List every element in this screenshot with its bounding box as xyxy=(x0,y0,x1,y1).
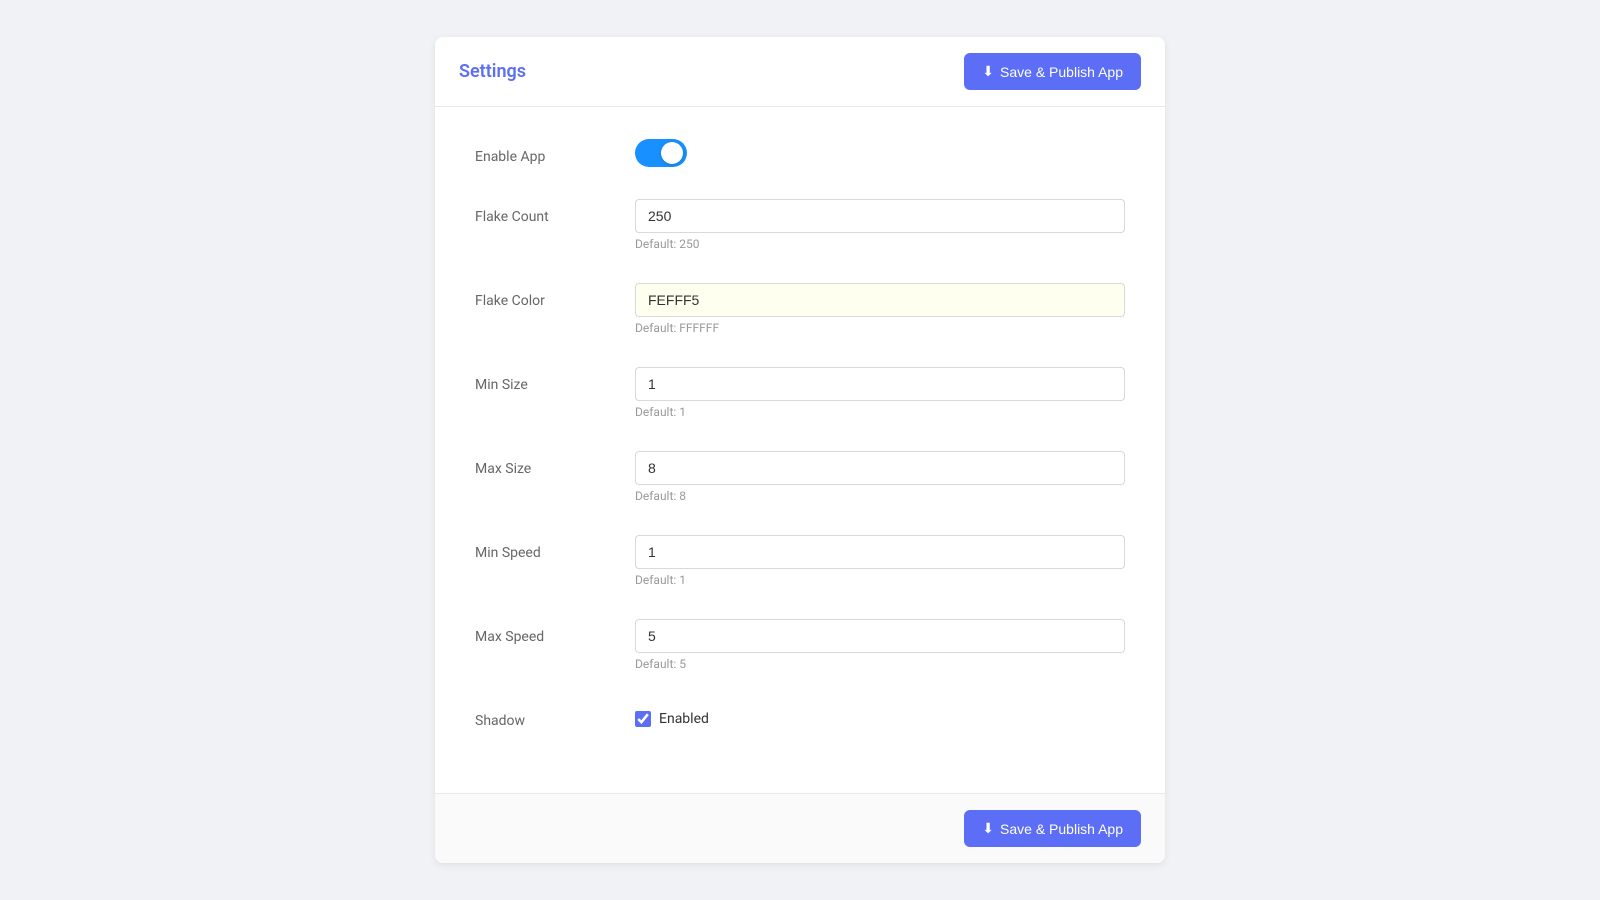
shadow-checkbox-label[interactable]: Enabled xyxy=(635,703,1125,727)
min-speed-label: Min Speed xyxy=(475,535,635,561)
flake-count-input[interactable] xyxy=(635,199,1125,233)
page-title: Settings xyxy=(459,61,526,82)
max-speed-hint: Default: 5 xyxy=(635,657,1125,671)
shadow-checkbox[interactable] xyxy=(635,711,651,727)
form-content: Enable App Flake Count Default: 250 Flak… xyxy=(435,107,1165,793)
enable-app-toggle[interactable] xyxy=(635,139,687,167)
min-speed-input[interactable] xyxy=(635,535,1125,569)
flake-color-control: Default: FFFFFF xyxy=(635,283,1125,335)
max-size-input[interactable] xyxy=(635,451,1125,485)
flake-color-hint: Default: FFFFFF xyxy=(635,321,1125,335)
flake-color-input[interactable] xyxy=(635,283,1125,317)
max-size-control: Default: 8 xyxy=(635,451,1125,503)
save-publish-button-top[interactable]: ⬇ Save & Publish App xyxy=(964,53,1141,90)
flake-count-control: Default: 250 xyxy=(635,199,1125,251)
max-speed-row: Max Speed Default: 5 xyxy=(475,619,1125,671)
min-size-label: Min Size xyxy=(475,367,635,393)
min-size-input[interactable] xyxy=(635,367,1125,401)
shadow-label: Shadow xyxy=(475,703,635,729)
flake-count-hint: Default: 250 xyxy=(635,237,1125,251)
save-publish-label-top: Save & Publish App xyxy=(1000,64,1123,80)
max-size-row: Max Size Default: 8 xyxy=(475,451,1125,503)
min-speed-control: Default: 1 xyxy=(635,535,1125,587)
min-size-hint: Default: 1 xyxy=(635,405,1125,419)
enable-app-label: Enable App xyxy=(475,139,635,165)
footer: ⬇ Save & Publish App xyxy=(435,793,1165,863)
save-publish-label-bottom: Save & Publish App xyxy=(1000,821,1123,837)
shadow-row: Shadow Enabled xyxy=(475,703,1125,729)
save-icon-bottom: ⬇ xyxy=(982,820,994,837)
flake-color-row: Flake Color Default: FFFFFF xyxy=(475,283,1125,335)
max-speed-input[interactable] xyxy=(635,619,1125,653)
max-size-label: Max Size xyxy=(475,451,635,477)
toggle-slider xyxy=(635,139,687,167)
flake-count-label: Flake Count xyxy=(475,199,635,225)
min-speed-row: Min Speed Default: 1 xyxy=(475,535,1125,587)
settings-panel: Settings ⬇ Save & Publish App Enable App… xyxy=(435,37,1165,863)
save-publish-button-bottom[interactable]: ⬇ Save & Publish App xyxy=(964,810,1141,847)
min-speed-hint: Default: 1 xyxy=(635,573,1125,587)
shadow-control: Enabled xyxy=(635,703,1125,727)
max-speed-control: Default: 5 xyxy=(635,619,1125,671)
flake-count-row: Flake Count Default: 250 xyxy=(475,199,1125,251)
save-icon-top: ⬇ xyxy=(982,63,994,80)
max-speed-label: Max Speed xyxy=(475,619,635,645)
enable-app-row: Enable App xyxy=(475,139,1125,167)
min-size-row: Min Size Default: 1 xyxy=(475,367,1125,419)
min-size-control: Default: 1 xyxy=(635,367,1125,419)
flake-color-label: Flake Color xyxy=(475,283,635,309)
shadow-enabled-text: Enabled xyxy=(659,711,709,727)
enable-app-control xyxy=(635,139,1125,167)
max-size-hint: Default: 8 xyxy=(635,489,1125,503)
header: Settings ⬇ Save & Publish App xyxy=(435,37,1165,107)
